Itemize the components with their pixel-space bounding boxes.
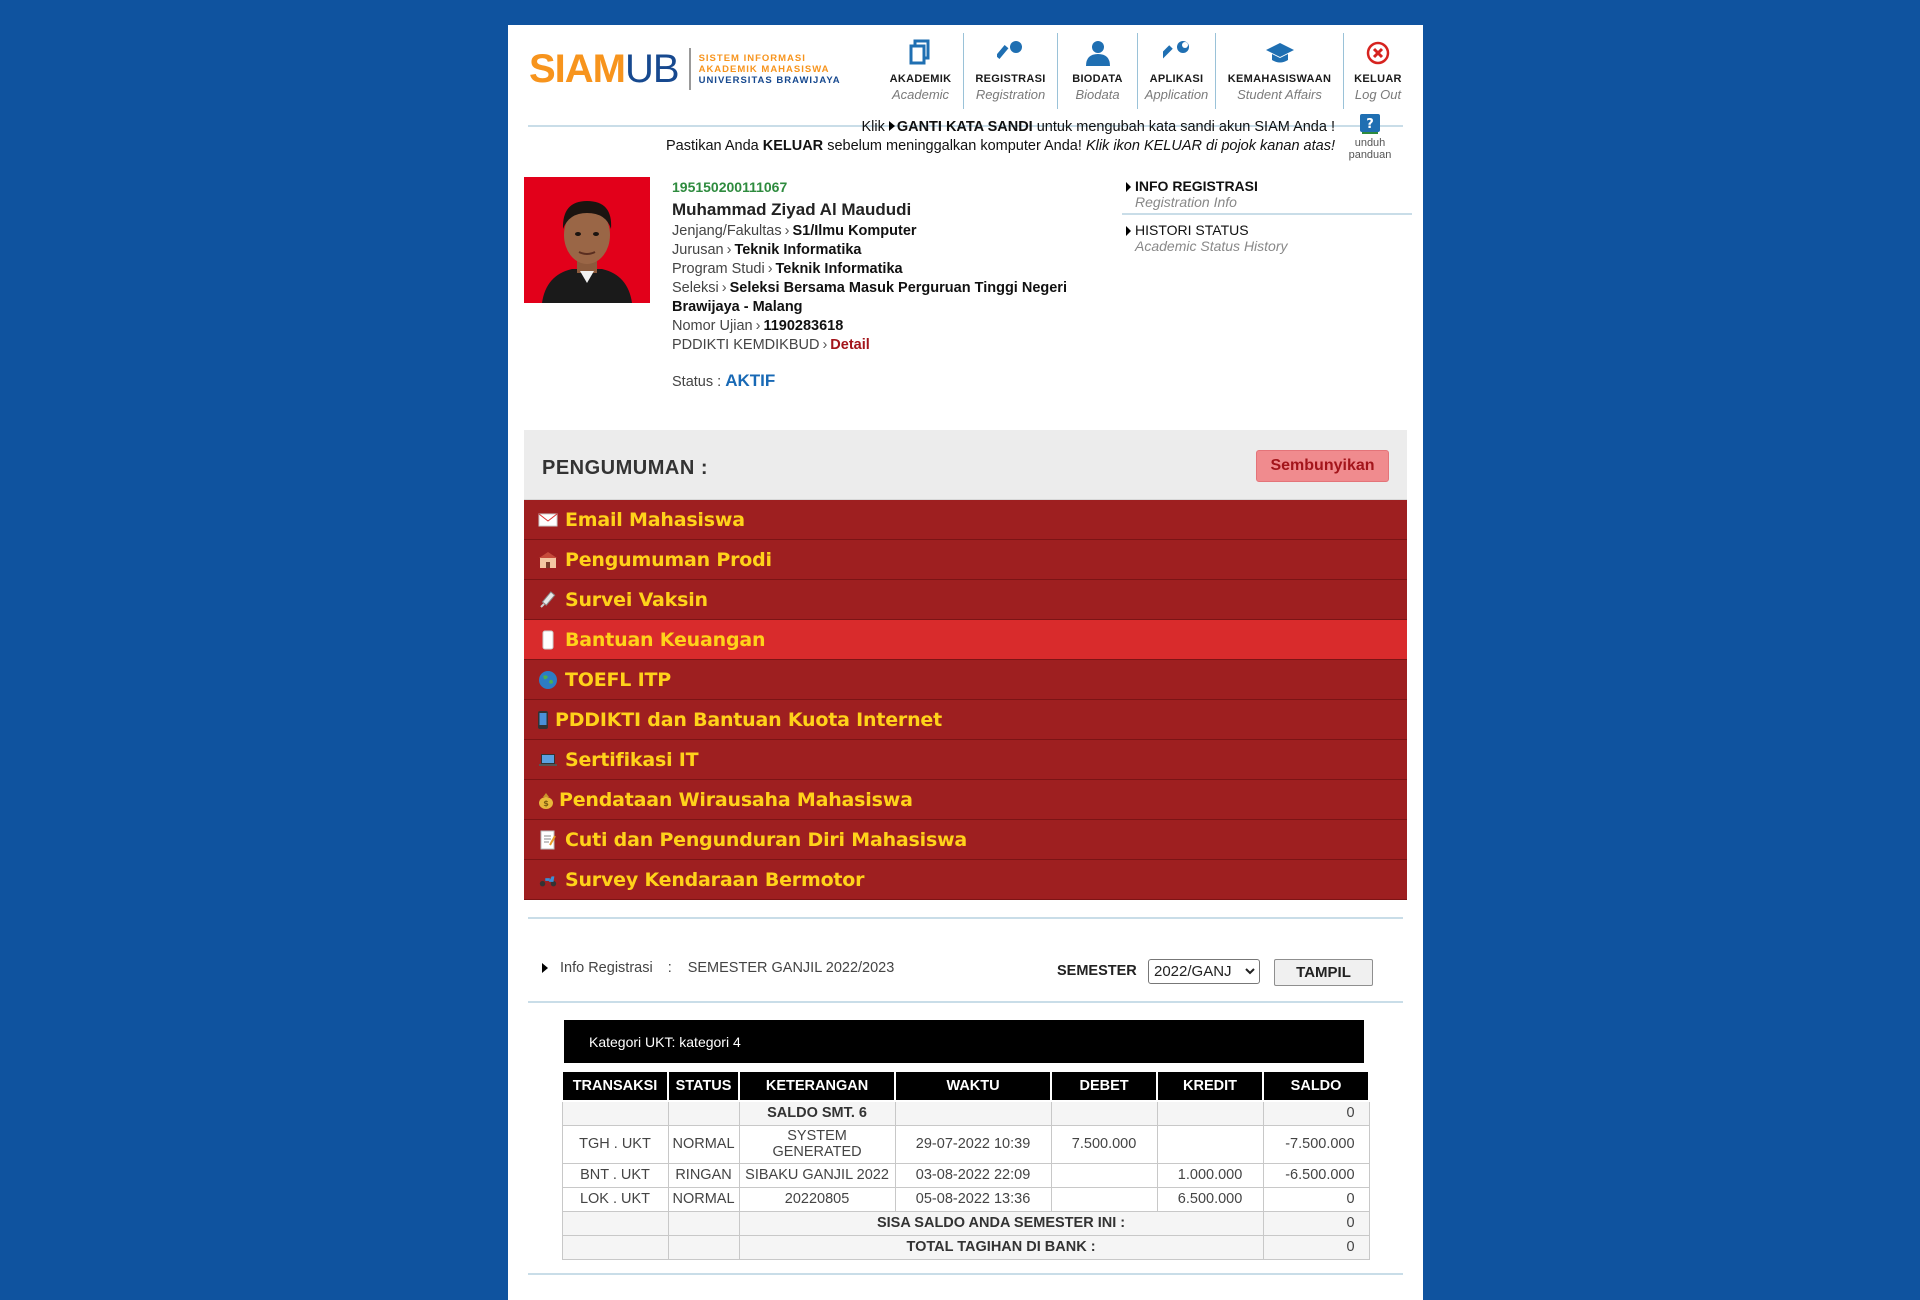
announcement-title: PENGUMUMAN :	[542, 457, 708, 479]
chevron-down-icon	[1245, 965, 1255, 979]
col-debet: DEBET	[1050, 1070, 1159, 1102]
ukt-category-bar: Kategori UKT: kategori 4	[564, 1020, 1364, 1063]
announcement-sertifikasi-it[interactable]: Sertifikasi IT	[524, 740, 1407, 780]
registration-info-row: Info Registrasi : SEMESTER GANJIL 2022/2…	[542, 960, 894, 976]
nav-registrasi[interactable]: REGISTRASI Registration	[964, 33, 1058, 109]
prodi-row: Program Studi › Teknik Informatika	[672, 261, 903, 277]
table-row-total-tagihan: TOTAL TAGIHAN DI BANK : 0	[561, 1234, 1370, 1260]
globe-icon	[538, 670, 558, 690]
building-icon	[538, 550, 558, 570]
col-transaksi: TRANSAKSI	[561, 1070, 669, 1102]
histori-status-link[interactable]: HISTORI STATUS Academic Status History	[1125, 222, 1415, 254]
announcement-pengumuman-prodi[interactable]: Pengumuman Prodi	[524, 540, 1407, 580]
section-divider	[528, 917, 1403, 919]
col-kredit: KREDIT	[1156, 1070, 1265, 1102]
col-keterangan: KETERANGAN	[738, 1070, 897, 1102]
nav-aplikasi[interactable]: APLIKASI Application	[1138, 33, 1216, 109]
pddikti-row: PDDIKTI KEMDIKBUD › Detail	[672, 337, 870, 353]
semester-info-value: SEMESTER GANJIL 2022/2023	[687, 960, 895, 976]
arrow-right-icon	[888, 121, 895, 131]
nav-akademik[interactable]: AKADEMIK Academic	[878, 33, 964, 109]
status-badge: AKTIF	[725, 371, 776, 390]
info-registrasi-link[interactable]: INFO REGISTRASI Registration Info	[1125, 178, 1415, 210]
key-icon	[996, 35, 1025, 71]
seleksi-row: Seleksi › Seleksi Bersama Masuk Perguruan …	[672, 280, 1067, 296]
close-circle-icon	[1366, 35, 1390, 71]
nav-biodata[interactable]: BIODATA Biodata	[1058, 33, 1138, 109]
document-icon	[908, 35, 934, 71]
hide-announcements-button[interactable]: Sembunyikan	[1256, 450, 1389, 482]
jenjang-row: Jenjang/Fakultas › S1/Ilmu Komputer	[672, 223, 917, 239]
arrow-right-icon	[1126, 226, 1131, 236]
semester-label: SEMESTER	[1057, 963, 1137, 979]
arrow-right-icon	[542, 963, 548, 973]
logo-subtitle: SISTEM INFORMASI AKADEMIK MAHASISWA UNIV…	[698, 52, 841, 86]
money-bag-icon: $	[538, 790, 554, 810]
jurusan-row: Jurusan › Teknik Informatika	[672, 242, 862, 258]
announcement-bantuan-keuangan[interactable]: Bantuan Keuangan	[524, 620, 1407, 660]
envelope-icon	[538, 510, 558, 530]
table-row: TGH . UKT NORMAL SYSTEM GENERATED 29-07-…	[561, 1124, 1370, 1164]
announcement-wirausaha[interactable]: $ Pendataan Wirausaha Mahasiswa	[524, 780, 1407, 820]
student-photo	[524, 177, 650, 303]
change-password-link[interactable]: GANTI KATA SANDI	[897, 119, 1033, 135]
top-navigation: AKADEMIK Academic REGISTRASI Registratio…	[878, 33, 1412, 109]
announcement-toefl-itp[interactable]: TOEFL ITP	[524, 660, 1407, 700]
phone-icon	[536, 710, 550, 730]
section-divider	[528, 1001, 1403, 1003]
col-saldo: SALDO	[1262, 1070, 1371, 1102]
download-guide-button[interactable]: ? unduh panduan	[1340, 113, 1400, 161]
person-icon	[1084, 35, 1112, 71]
siamub-logo[interactable]: SIAMUB SISTEM INFORMASI AKADEMIK MAHASIS…	[529, 43, 841, 95]
student-profile: 195150200111067 Muhammad Ziyad Al Maudud…	[672, 178, 1112, 392]
scroll-icon	[538, 630, 558, 650]
page-container: SIAMUB SISTEM INFORMASI AKADEMIK MAHASIS…	[508, 25, 1423, 1300]
announcement-survei-vaksin[interactable]: Survei Vaksin	[524, 580, 1407, 620]
menu-divider	[1122, 213, 1412, 215]
announcement-list: Email Mahasiswa Pengumuman Prodi Survei …	[524, 500, 1407, 900]
student-nim: 195150200111067	[672, 179, 788, 195]
table-row-sisa-saldo: SISA SALDO ANDA SEMESTER INI : 0	[561, 1210, 1370, 1236]
section-divider	[528, 1273, 1403, 1275]
laptop-icon	[538, 750, 558, 770]
table-row-saldo-awal: SALDO SMT. 6 0	[561, 1100, 1370, 1126]
table-row: LOK . UKT NORMAL 20220805 05-08-2022 13:…	[561, 1186, 1370, 1212]
announcement-pddikti-kuota[interactable]: PDDIKTI dan Bantuan Kuota Internet	[524, 700, 1407, 740]
logo-wordmark: SIAMUB	[529, 46, 680, 91]
announcement-survey-kendaraan[interactable]: Survey Kendaraan Bermotor	[524, 860, 1407, 900]
scooter-icon	[538, 870, 558, 890]
graduation-cap-icon	[1265, 35, 1295, 71]
seleksi-row-cont: Brawijaya - Malang	[672, 299, 803, 315]
table-header-row: TRANSAKSI STATUS KETERANGAN WAKTU DEBET …	[561, 1070, 1371, 1102]
tampil-button[interactable]: TAMPIL	[1274, 959, 1373, 986]
nav-keluar[interactable]: KELUAR Log Out	[1344, 33, 1412, 109]
col-status: STATUS	[666, 1070, 741, 1102]
pddikti-detail-link[interactable]: Detail	[830, 337, 870, 353]
student-name: Muhammad Ziyad Al Maududi	[672, 200, 912, 219]
password-notice: Klik GANTI KATA SANDI untuk mengubah kata…	[665, 119, 1335, 154]
syringe-icon	[538, 590, 558, 610]
logo-divider	[688, 48, 691, 90]
svg-text:?: ?	[1366, 117, 1374, 132]
col-waktu: WAKTU	[894, 1070, 1053, 1102]
guide-download-icon: ?	[1340, 113, 1400, 135]
table-row: BNT . UKT RINGAN SIBAKU GANJIL 2022 03-0…	[561, 1162, 1370, 1188]
svg-text:$: $	[543, 799, 549, 808]
nomor-ujian-row: Nomor Ujian › 1190283618	[672, 318, 844, 334]
memo-icon	[538, 830, 558, 850]
announcement-cuti[interactable]: Cuti dan Pengunduran Diri Mahasiswa	[524, 820, 1407, 860]
nav-kemahasiswaan[interactable]: KEMAHASISWAAN Student Affairs	[1216, 33, 1344, 109]
announcement-email-mahasiswa[interactable]: Email Mahasiswa	[524, 500, 1407, 540]
status-row: Status : AKTIF	[672, 371, 776, 390]
arrow-right-icon	[1126, 182, 1131, 192]
announcement-header: PENGUMUMAN : Sembunyikan	[524, 430, 1407, 500]
registration-info-menu: INFO REGISTRASI Registration Info HISTOR…	[1122, 178, 1415, 254]
wrench-icon	[1162, 35, 1191, 71]
ukt-transaction-table: TRANSAKSI STATUS KETERANGAN WAKTU DEBET …	[561, 1070, 1371, 1260]
semester-select[interactable]: 2022/GANJ	[1148, 959, 1260, 984]
